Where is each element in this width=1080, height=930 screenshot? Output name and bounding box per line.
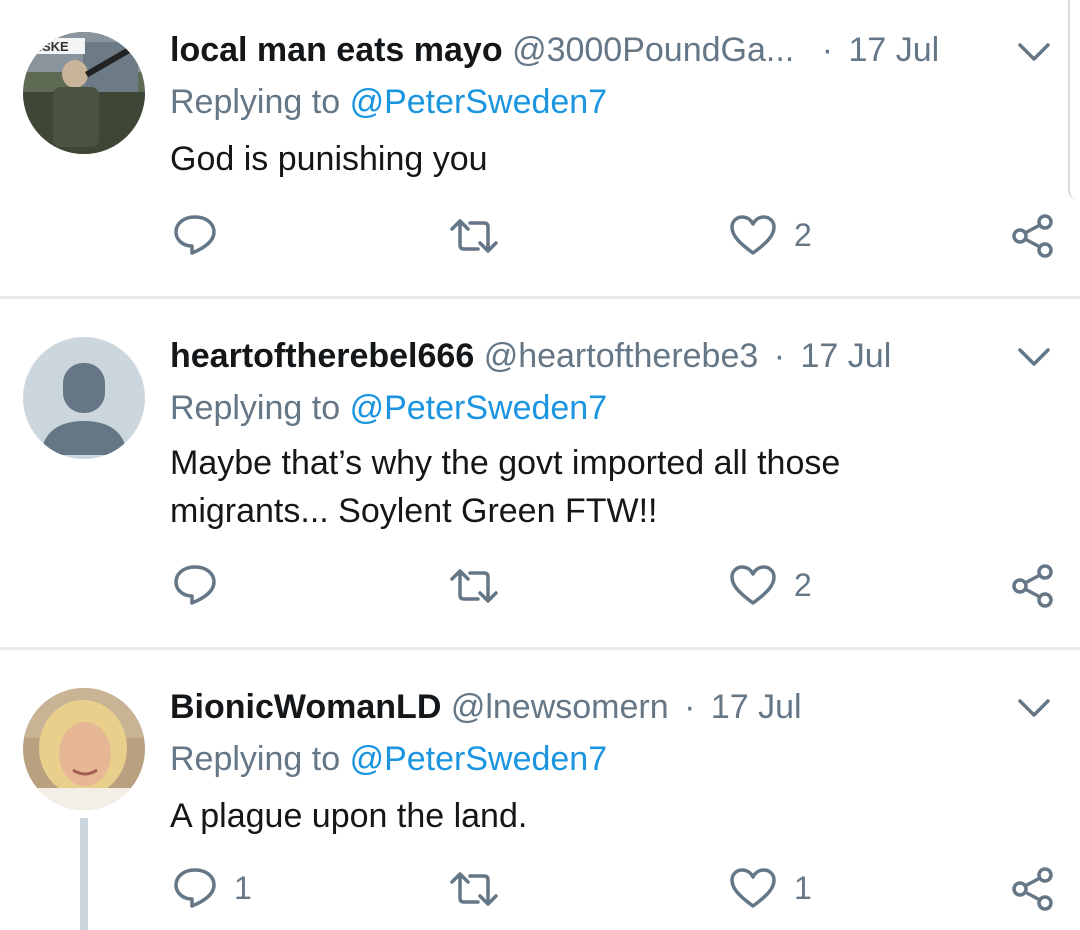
speech-bubble-icon [174, 565, 216, 605]
separator: · [821, 31, 834, 69]
tweet-header: BionicWomanLD @lnewsomern · 17 Jul [170, 682, 802, 732]
retweet-button[interactable] [448, 217, 516, 255]
replying-prefix: Replying to [170, 83, 341, 121]
reply-count: 1 [234, 869, 252, 906]
chevron-down-icon[interactable] [1016, 40, 1052, 64]
avatar-badge-text: AISKE [29, 39, 69, 54]
chevron-down-icon[interactable] [1016, 696, 1052, 720]
display-name[interactable]: BionicWomanLD [170, 688, 441, 726]
handle[interactable]: @lnewsomern [451, 688, 669, 726]
heart-icon [730, 565, 776, 605]
display-name[interactable]: local man eats mayo [170, 31, 503, 69]
heart-icon [730, 868, 776, 908]
like-button[interactable]: 1 [728, 866, 812, 910]
like-button[interactable]: 2 [728, 213, 812, 257]
display-name[interactable]: heartoftherebel666 [170, 337, 474, 375]
tweet[interactable]: BionicWomanLD @lnewsomern · 17 Jul Reply… [0, 682, 1080, 930]
mention-link[interactable]: @PeterSweden7 [350, 389, 608, 427]
replying-to: Replying to @PeterSweden7 [170, 740, 607, 779]
retweet-icon [450, 872, 498, 906]
speech-bubble-icon [174, 868, 216, 908]
like-count: 1 [794, 869, 812, 906]
tweet[interactable]: AISKE local man eats mayo @3000PoundGa..… [0, 25, 1080, 295]
tweet-text: God is punishing you [170, 140, 488, 178]
replying-to: Replying to @PeterSweden7 [170, 389, 607, 428]
share-icon [1012, 867, 1053, 911]
share-button[interactable] [1010, 563, 1056, 609]
thread-connector [80, 818, 88, 930]
timestamp[interactable]: 17 Jul [801, 337, 892, 375]
retweet-button[interactable] [448, 567, 516, 605]
share-button[interactable] [1010, 866, 1056, 912]
retweet-icon [450, 569, 498, 603]
like-button[interactable]: 2 [728, 563, 812, 607]
avatar[interactable]: AISKE [23, 32, 145, 154]
tweet-text: Maybe that’s why the govt imported all t… [170, 444, 841, 530]
share-icon [1012, 214, 1053, 258]
tweet-header: local man eats mayo @3000PoundGa... · 17… [170, 25, 939, 75]
replying-prefix: Replying to [170, 740, 341, 778]
divider [0, 647, 1080, 650]
retweet-icon [450, 219, 498, 253]
timestamp[interactable]: 17 Jul [711, 688, 802, 726]
separator: · [773, 337, 786, 375]
reply-button[interactable] [172, 213, 234, 257]
divider [0, 296, 1080, 299]
avatar[interactable] [23, 337, 145, 459]
avatar[interactable] [23, 688, 145, 810]
separator: · [684, 688, 696, 726]
retweet-button[interactable] [448, 870, 516, 908]
share-button[interactable] [1010, 213, 1056, 259]
mention-link[interactable]: @PeterSweden7 [350, 740, 608, 778]
speech-bubble-icon [174, 215, 216, 255]
reply-button[interactable] [172, 563, 234, 607]
timestamp[interactable]: 17 Jul [848, 31, 939, 69]
tweet-header: heartoftherebel666 @heartoftherebe3 · 17… [170, 331, 891, 381]
like-count: 2 [794, 216, 812, 253]
handle[interactable]: @3000PoundGa... [512, 31, 794, 69]
like-count: 2 [794, 566, 812, 603]
chevron-down-icon[interactable] [1016, 345, 1052, 369]
reply-button[interactable]: 1 [172, 866, 252, 910]
heart-icon [730, 215, 776, 255]
replying-prefix: Replying to [170, 389, 341, 427]
tweet[interactable]: heartoftherebel666 @heartoftherebe3 · 17… [0, 331, 1080, 646]
tweet-text: A plague upon the land. [170, 797, 528, 835]
mention-link[interactable]: @PeterSweden7 [350, 83, 608, 121]
share-icon [1012, 564, 1053, 608]
replying-to: Replying to @PeterSweden7 [170, 83, 607, 122]
handle[interactable]: @heartoftherebe3 [484, 337, 759, 375]
